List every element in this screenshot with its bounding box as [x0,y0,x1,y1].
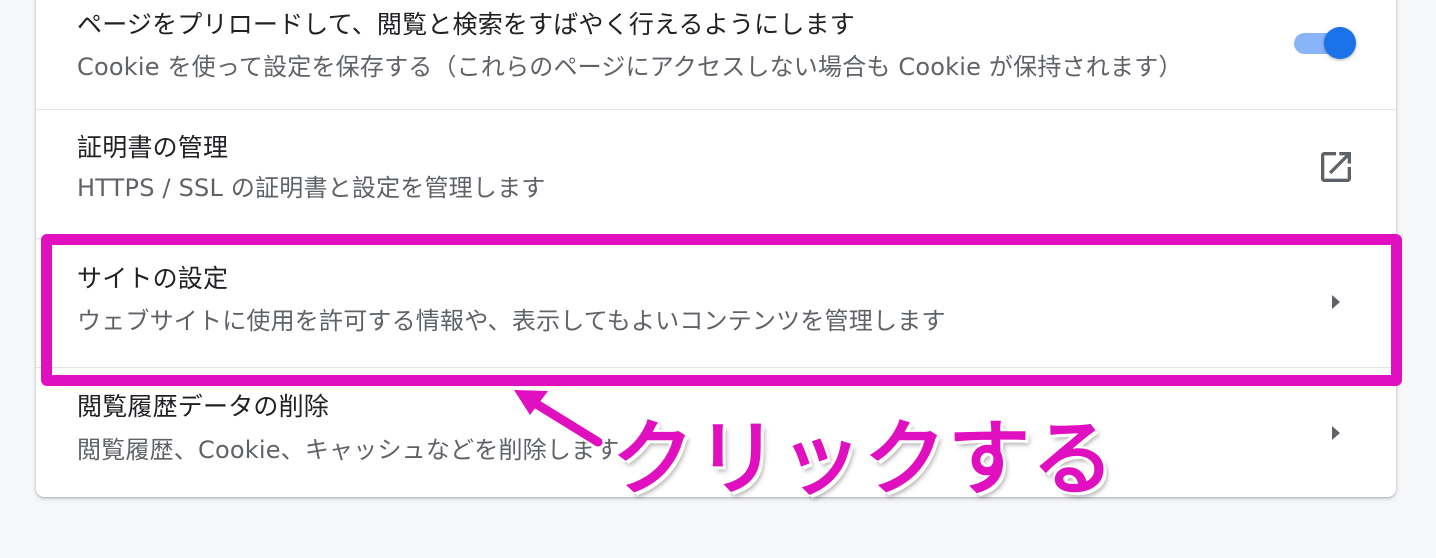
preload-pages-row[interactable]: ページをプリロードして、閲覧と検索をすばやく行えるようにします Cookie を… [36,0,1396,109]
site-settings-title: サイトの設定 [77,264,229,293]
clear-browsing-data-description: 閲覧履歴、Cookie、キャッシュなどを削除します [77,436,620,464]
settings-page: ページをプリロードして、閲覧と検索をすばやく行えるようにします Cookie を… [0,0,1436,558]
preload-pages-toggle[interactable] [1294,27,1356,61]
manage-certificates-title: 証明書の管理 [77,133,229,162]
privacy-settings-card: ページをプリロードして、閲覧と検索をすばやく行えるようにします Cookie を… [36,0,1396,497]
preload-pages-description: Cookie を使って設定を保存する（これらのページにアクセスしない場合も Co… [77,53,1183,81]
clear-browsing-data-title: 閲覧履歴データの削除 [77,392,330,421]
chevron-right-icon[interactable] [1326,289,1346,315]
preload-pages-title: ページをプリロードして、閲覧と検索をすばやく行えるようにします [77,10,855,39]
chevron-right-icon[interactable] [1326,420,1346,446]
site-settings-row[interactable]: サイトの設定 ウェブサイトに使用を許可する情報や、表示してもよいコンテンツを管理… [36,238,1396,367]
manage-certificates-row[interactable]: 証明書の管理 HTTPS / SSL の証明書と設定を管理します [36,109,1396,238]
open-in-new-icon[interactable] [1316,147,1356,187]
site-settings-description: ウェブサイトに使用を許可する情報や、表示してもよいコンテンツを管理します [77,307,946,335]
manage-certificates-description: HTTPS / SSL の証明書と設定を管理します [77,174,546,202]
toggle-knob [1324,27,1356,59]
clear-browsing-data-row[interactable]: 閲覧履歴データの削除 閲覧履歴、Cookie、キャッシュなどを削除します [36,367,1396,497]
